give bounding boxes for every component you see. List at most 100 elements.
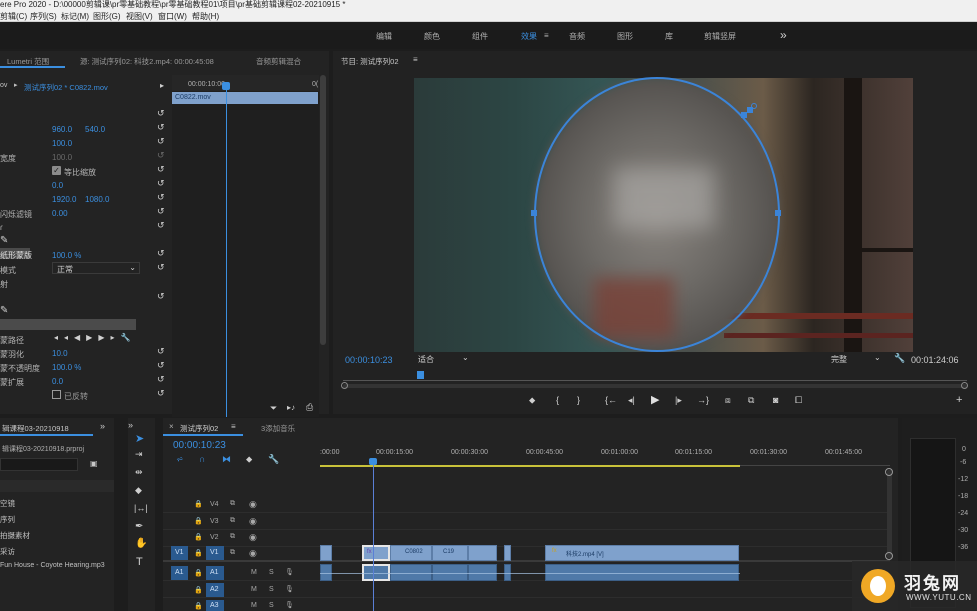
blend-mode-select[interactable]: 正常 ⌄ xyxy=(52,262,140,274)
timeline-scrollbar[interactable] xyxy=(887,470,892,558)
step-back-icon[interactable]: ◂| xyxy=(628,395,635,406)
play-only-audio-icon[interactable]: ▸ xyxy=(160,81,164,90)
reset-icon[interactable]: ↺ xyxy=(157,178,165,189)
extract-icon[interactable]: ⧉ xyxy=(748,395,754,406)
program-timecode[interactable]: 00:00:10:23 xyxy=(345,355,393,365)
video-clip[interactable] xyxy=(504,545,511,561)
invert-checkbox[interactable] xyxy=(52,390,61,399)
panel-menu-icon[interactable]: ≡ xyxy=(231,422,236,431)
mini-playhead-handle[interactable] xyxy=(222,82,230,90)
opacity-value[interactable]: 100.0 % xyxy=(52,251,81,260)
mask-rotate-handle[interactable] xyxy=(751,103,757,109)
scrollbar-handle[interactable] xyxy=(885,552,893,560)
mini-playhead[interactable] xyxy=(226,83,227,417)
eye-icon[interactable]: ◉ xyxy=(249,548,257,559)
scale-value[interactable]: 100.0 xyxy=(52,139,72,148)
menu-help[interactable]: 帮助(H) xyxy=(192,11,219,22)
monitor-scroll-track[interactable] xyxy=(343,384,967,388)
go-to-in-icon[interactable]: {← xyxy=(605,395,617,405)
project-item[interactable]: 拍摄素材 xyxy=(0,530,30,541)
razor-tool-icon[interactable]: ◆ xyxy=(135,485,142,496)
tab-source[interactable]: 源: 测试序列02: 科技2.mp4: 00:00:45:08 xyxy=(80,56,214,67)
workspace-edit[interactable]: 编辑 xyxy=(376,31,392,42)
tab-audio-clip-mixer[interactable]: 音频剪辑混合 xyxy=(256,56,308,67)
video-clip[interactable]: fx xyxy=(362,545,390,561)
mask-path-controls[interactable]: ◂◂◀▶▶▸🔧 xyxy=(54,333,136,342)
video-clip[interactable] xyxy=(468,545,497,561)
menu-marker[interactable]: 标记(M) xyxy=(61,11,89,22)
mask-expansion-value[interactable]: 0.0 xyxy=(52,377,63,386)
timeline-playhead[interactable] xyxy=(373,465,374,611)
workspace-effects-menu-icon[interactable]: ≡ xyxy=(544,31,549,40)
monitor-playhead[interactable] xyxy=(417,371,424,379)
close-icon[interactable]: × xyxy=(169,422,174,431)
mini-clip-bar[interactable]: C0822.mov xyxy=(172,92,318,104)
workspace-color[interactable]: 颜色 xyxy=(424,31,440,42)
menu-view[interactable]: 视图(V) xyxy=(126,11,153,22)
timeline-tab[interactable]: 3添加音乐 xyxy=(261,423,295,434)
ripple-edit-tool-icon[interactable]: ⇹ xyxy=(135,467,143,478)
reset-icon[interactable]: ↺ xyxy=(157,360,165,371)
anchor-x-value[interactable]: 1920.0 xyxy=(52,195,76,204)
pen-icon[interactable]: ✎ xyxy=(0,305,8,316)
workspace-more-icon[interactable]: » xyxy=(780,28,787,42)
track-select-tool-icon[interactable]: ⇥ xyxy=(135,449,143,460)
panel-menu-icon[interactable]: ≡ xyxy=(413,55,418,64)
video-clip[interactable] xyxy=(320,545,332,561)
add-marker-icon[interactable]: ⬥ xyxy=(246,454,252,465)
solo-icon[interactable]: S xyxy=(269,602,274,609)
hand-tool-icon[interactable]: ✋ xyxy=(135,538,147,549)
project-search-input[interactable] xyxy=(0,458,78,471)
workspace-assembly[interactable]: 组件 xyxy=(472,31,488,42)
quality-select[interactable]: 完整 ⌄ xyxy=(830,353,884,365)
lock-icon[interactable]: 🔒 xyxy=(194,602,203,610)
lock-icon[interactable]: 🔒 xyxy=(194,569,203,577)
microphone-icon[interactable]: 🎙 xyxy=(285,568,294,576)
project-item[interactable]: Fun House - Coyote Hearing.mp3 xyxy=(0,562,105,569)
eye-icon[interactable]: ◉ xyxy=(249,499,257,510)
mark-in-icon[interactable]: { xyxy=(556,395,559,405)
sync-icon[interactable]: ⧉ xyxy=(230,517,235,525)
reset-icon[interactable]: ↺ xyxy=(157,206,165,217)
mark-out-icon[interactable]: } xyxy=(577,395,580,405)
work-area-bar[interactable] xyxy=(320,465,740,467)
mask-label[interactable]: 纸形蒙版 xyxy=(0,250,32,261)
snap-icon[interactable]: ⩫ xyxy=(176,454,184,465)
monitor-scroll-start[interactable] xyxy=(341,382,348,389)
add-button-icon[interactable]: + xyxy=(956,394,962,406)
workspace-libraries[interactable]: 库 xyxy=(665,31,673,42)
menu-clip[interactable]: 剪辑(C) xyxy=(0,11,27,22)
reset-icon[interactable]: ↺ xyxy=(157,122,165,133)
reset-icon[interactable]: ↺ xyxy=(157,374,165,385)
video-clip[interactable]: C0802 xyxy=(390,545,432,561)
reset-icon[interactable]: ↺ xyxy=(157,192,165,203)
mini-timeline[interactable]: 00:00:10:00 0( C0822.mov xyxy=(172,75,319,417)
mask-opacity-value[interactable]: 100.0 % xyxy=(52,363,81,372)
video-clip[interactable]: fx 科技2.mp4 [V] xyxy=(545,545,739,561)
selection-tool-icon[interactable]: ➤ xyxy=(135,432,144,445)
project-item[interactable]: 序列 xyxy=(0,514,15,525)
workspace-effects[interactable]: 效果 xyxy=(521,31,537,42)
timeline-timecode[interactable]: 00:00:10:23 xyxy=(173,440,226,451)
rotation-value[interactable]: 0.0 xyxy=(52,181,63,190)
uniform-scale-checkbox[interactable]: ✓ xyxy=(52,166,61,175)
lock-icon[interactable]: 🔒 xyxy=(194,549,203,557)
microphone-icon[interactable]: 🎙 xyxy=(285,601,294,609)
lock-icon[interactable]: 🔒 xyxy=(194,586,203,594)
pen-tool-icon[interactable]: ✒ xyxy=(135,521,143,532)
mask-path-bar[interactable] xyxy=(0,319,136,330)
timeline-playhead-handle[interactable] xyxy=(369,458,377,465)
project-item[interactable]: 空镜 xyxy=(0,498,15,509)
timeline-tab-active[interactable]: 测试序列02 xyxy=(180,423,218,434)
menu-window[interactable]: 窗口(W) xyxy=(158,11,187,22)
new-bin-icon[interactable]: ▣ xyxy=(90,459,98,468)
mute-icon[interactable]: M xyxy=(251,569,257,576)
linked-selection-icon[interactable]: ∩ xyxy=(199,454,205,464)
scrollbar-handle[interactable] xyxy=(885,468,893,476)
mute-icon[interactable]: M xyxy=(251,586,257,593)
project-item[interactable]: 采访 xyxy=(0,546,15,557)
clip-header-arrow-icon[interactable]: ▸ xyxy=(14,81,18,89)
panel-more-icon[interactable]: » xyxy=(128,420,133,430)
mask-vertex-handle[interactable] xyxy=(775,210,781,216)
filter-icon[interactable]: ⏷ xyxy=(270,403,277,414)
